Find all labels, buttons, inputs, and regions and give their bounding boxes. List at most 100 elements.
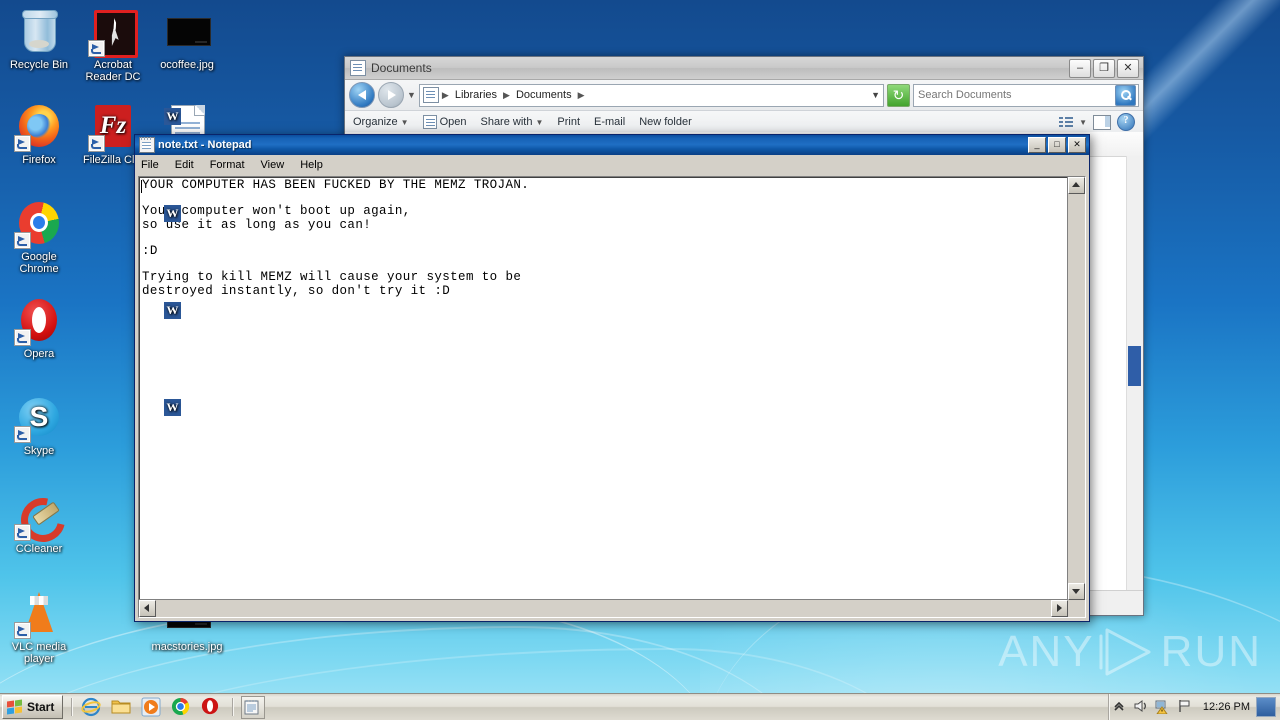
search-input[interactable] <box>916 88 1115 102</box>
desktop-icon-google-chrome[interactable]: Google Chrome <box>2 200 76 275</box>
action-center-flag-icon[interactable] <box>1177 698 1195 716</box>
taskbar-notepad-task[interactable] <box>241 695 266 719</box>
desktop-icon-label: Recycle Bin <box>9 59 69 71</box>
start-button-label: Start <box>27 700 55 714</box>
menu-help[interactable]: Help <box>300 159 323 171</box>
watermark-run-text: RUN <box>1160 627 1262 676</box>
shortcut-overlay-icon <box>14 622 31 639</box>
change-view-icon[interactable] <box>1059 116 1074 128</box>
help-icon[interactable]: ? <box>1117 113 1135 131</box>
explorer-vertical-scrollbar[interactable] <box>1126 156 1143 591</box>
ccleaner-icon <box>14 492 63 541</box>
chevron-down-icon[interactable]: ▼ <box>1079 118 1087 127</box>
start-button[interactable]: Start <box>2 695 64 719</box>
shortcut-overlay-icon <box>88 135 105 152</box>
notepad-scroll-corner <box>1068 600 1085 617</box>
volume-icon[interactable] <box>1133 698 1151 716</box>
explorer-titlebar[interactable]: Documents – ❐ ✕ <box>345 57 1143 80</box>
taskbar-internet-explorer-icon[interactable] <box>80 696 104 719</box>
new-folder-button[interactable]: New folder <box>639 116 692 128</box>
desktop-icon-label: Google Chrome <box>19 251 59 275</box>
back-button[interactable] <box>349 82 375 108</box>
menu-format[interactable]: Format <box>210 159 245 171</box>
notepad-vertical-scrollbar[interactable] <box>1067 177 1085 600</box>
search-box[interactable] <box>913 83 1139 107</box>
address-dropdown-chevron-icon[interactable]: ▼ <box>871 90 880 100</box>
library-icon <box>350 60 366 76</box>
scroll-up-icon[interactable] <box>1068 177 1085 194</box>
menu-view[interactable]: View <box>261 159 285 171</box>
open-button[interactable]: Open <box>422 115 466 129</box>
desktop-icon-skype[interactable]: Skype <box>2 394 76 457</box>
taskbar-chrome-icon[interactable] <box>170 696 194 719</box>
taskbar-separator <box>232 698 234 716</box>
email-button[interactable]: E-mail <box>594 116 625 128</box>
shortcut-overlay-icon <box>14 232 31 249</box>
show-hidden-icons-icon[interactable] <box>1111 698 1129 716</box>
recent-pages-chevron-icon[interactable]: ▼ <box>407 90 416 100</box>
breadcrumb-documents[interactable]: Documents <box>513 88 575 102</box>
breadcrumb-libraries[interactable]: Libraries <box>452 88 500 102</box>
desktop-icon-label: Acrobat Reader DC <box>85 59 141 83</box>
notepad-titlebar[interactable]: note.txt - Notepad _ □ ✕ <box>135 135 1089 155</box>
desktop-icon-label: macstories.jpg <box>151 641 223 653</box>
explorer-scrollbar-thumb[interactable] <box>1128 346 1141 386</box>
search-icon[interactable] <box>1115 84 1136 106</box>
notepad-horizontal-scrollbar[interactable] <box>139 599 1068 617</box>
organize-menu-button[interactable]: Organize ▼ <box>353 116 409 128</box>
explorer-close-button[interactable]: ✕ <box>1117 58 1139 78</box>
explorer-window-buttons: – ❐ ✕ <box>1069 58 1141 78</box>
taskbar-opera-icon[interactable] <box>200 696 224 719</box>
scroll-right-icon[interactable] <box>1051 600 1068 617</box>
shortcut-overlay-icon <box>14 135 31 152</box>
desktop-icon-opera[interactable]: Opera <box>2 297 76 360</box>
taskbar-windows-explorer-icon[interactable] <box>110 696 134 719</box>
filezilla-icon <box>88 103 137 152</box>
chevron-down-icon: ▼ <box>535 117 544 127</box>
chrome-icon <box>14 200 63 249</box>
desktop-icon-acrobat-reader[interactable]: Acrobat Reader DC <box>76 8 150 83</box>
desktop-icon-ccleaner[interactable]: CCleaner <box>2 492 76 555</box>
scroll-left-icon[interactable] <box>139 600 156 617</box>
desktop-icon-label: CCleaner <box>15 543 63 555</box>
skype-icon <box>14 394 63 443</box>
print-button[interactable]: Print <box>557 116 580 128</box>
taskbar-media-player-icon[interactable] <box>140 696 164 719</box>
scroll-down-icon[interactable] <box>1068 583 1085 600</box>
notepad-text-area[interactable]: YOUR COMPUTER HAS BEEN FUCKED BY THE MEM… <box>138 176 1086 618</box>
menu-edit[interactable]: Edit <box>175 159 194 171</box>
notepad-menubar: File Edit Format View Help <box>135 155 1089 176</box>
image-file-icon <box>163 8 211 56</box>
taskbar-clock[interactable]: 12:26 PM <box>1203 701 1250 713</box>
desktop-icon-firefox[interactable]: Firefox <box>2 103 76 166</box>
system-tray: 12:26 PM <box>1107 694 1280 720</box>
firefox-icon <box>14 103 63 152</box>
desktop-icon-label: ocoffee.jpg <box>160 59 214 71</box>
refresh-button[interactable] <box>887 83 910 107</box>
breadcrumb-separator-icon: ▶ <box>577 89 585 100</box>
desktop-icon-ocoffee-jpg[interactable]: ocoffee.jpg <box>150 8 224 71</box>
preview-pane-icon[interactable] <box>1093 114 1111 130</box>
explorer-minimize-button[interactable]: – <box>1069 58 1091 78</box>
opera-icon <box>14 297 63 346</box>
notepad-close-button[interactable]: ✕ <box>1068 137 1086 153</box>
show-desktop-button[interactable] <box>1256 697 1276 717</box>
menu-file[interactable]: File <box>141 159 159 171</box>
taskbar-separator <box>71 698 73 716</box>
share-with-menu-button[interactable]: Share with ▼ <box>480 116 543 128</box>
desktop-icon-recycle-bin[interactable]: Recycle Bin <box>2 8 76 71</box>
notepad-window[interactable]: note.txt - Notepad _ □ ✕ File Edit Forma… <box>134 134 1090 622</box>
explorer-view-controls: ▼ ? <box>1059 113 1135 131</box>
address-bar[interactable]: ▶ Libraries ▶ Documents ▶ ▼ <box>418 83 884 107</box>
explorer-maximize-button[interactable]: ❐ <box>1093 58 1115 78</box>
notepad-text-content[interactable]: YOUR COMPUTER HAS BEEN FUCKED BY THE MEM… <box>142 178 1065 298</box>
notepad-maximize-button[interactable]: □ <box>1048 137 1066 153</box>
desktop-background[interactable]: Recycle Bin Acrobat Reader DC ocoffee.jp… <box>0 0 1280 720</box>
shortcut-overlay-icon <box>88 40 105 57</box>
forward-button[interactable] <box>378 82 404 108</box>
network-warning-icon[interactable] <box>1155 698 1173 716</box>
notepad-minimize-button[interactable]: _ <box>1028 137 1046 153</box>
desktop-icon-vlc-media-player[interactable]: VLC media player <box>2 590 76 665</box>
anyrun-play-logo-icon <box>1099 626 1157 678</box>
shortcut-overlay-icon <box>14 426 31 443</box>
